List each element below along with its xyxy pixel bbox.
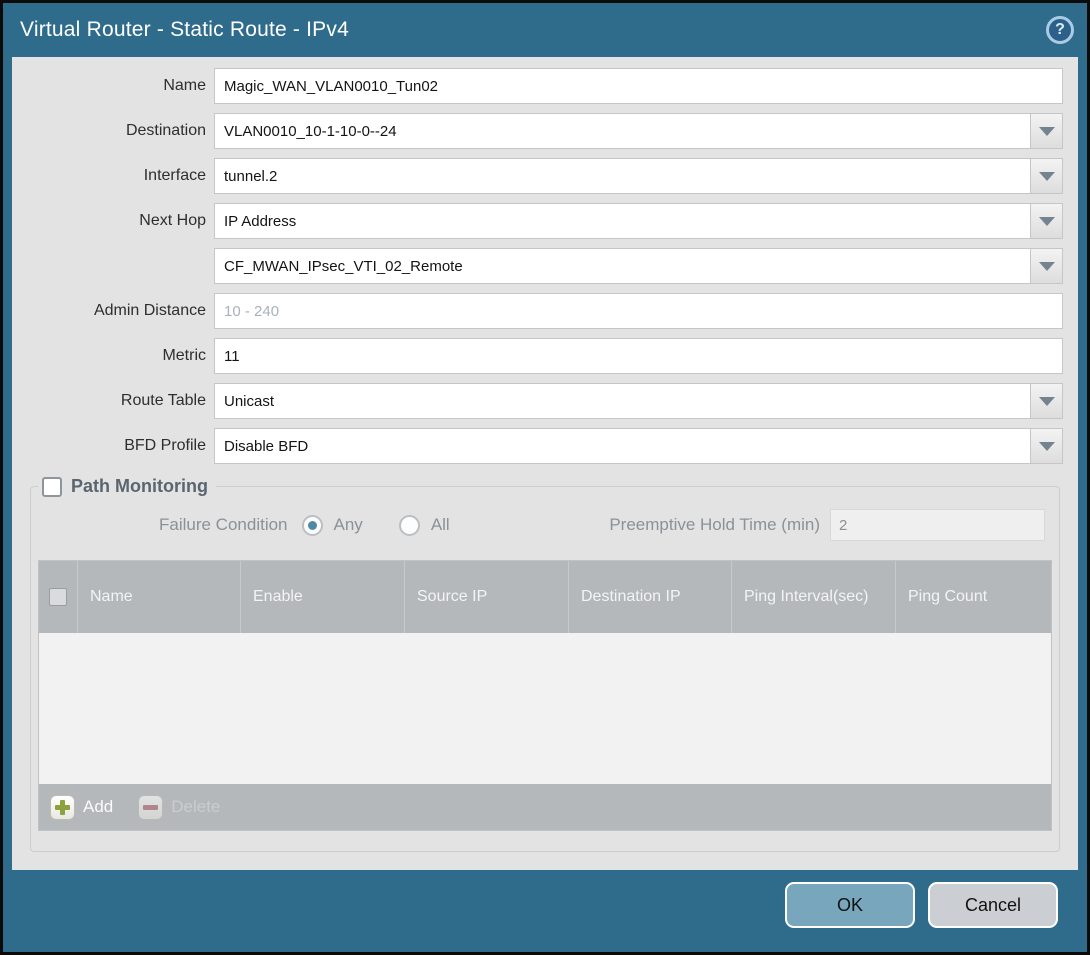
radio-any-label: Any: [334, 515, 363, 535]
next-hop-address-combo[interactable]: CF_MWAN_IPsec_VTI_02_Remote: [214, 248, 1063, 284]
add-button[interactable]: Add: [50, 795, 113, 820]
bfd-profile-combo[interactable]: Disable BFD: [214, 428, 1063, 464]
table-header-source-ip: Source IP: [404, 561, 568, 633]
cancel-button[interactable]: Cancel: [928, 882, 1058, 928]
path-monitoring-checkbox[interactable]: [42, 477, 62, 497]
title-bar: Virtual Router - Static Route - IPv4 ?: [3, 3, 1087, 57]
delete-button-label: Delete: [171, 797, 220, 817]
table-header-ping-count: Ping Count: [895, 561, 1051, 633]
route-table-dropdown-button[interactable]: [1030, 383, 1063, 419]
next-hop-value[interactable]: IP Address: [214, 203, 1030, 239]
next-hop-label: Next Hop: [12, 212, 206, 230]
table-header-row: Name Enable Source IP Destination IP Pin…: [39, 560, 1051, 633]
destination-value[interactable]: VLAN0010_10-1-10-0--24: [214, 113, 1030, 149]
table-header-checkbox-cell: [39, 561, 77, 633]
next-hop-dropdown-button[interactable]: [1030, 203, 1063, 239]
route-table-label: Route Table: [12, 392, 206, 410]
add-plus-icon: [50, 795, 75, 820]
table-header-ping-interval: Ping Interval(sec): [731, 561, 895, 633]
radio-all-label: All: [431, 515, 450, 535]
path-monitoring-legend: Path Monitoring: [38, 476, 216, 497]
chevron-down-icon: [1039, 127, 1055, 136]
next-hop-combo[interactable]: IP Address: [214, 203, 1063, 239]
destination-combo[interactable]: VLAN0010_10-1-10-0--24: [214, 113, 1063, 149]
field-row-interface: Interface tunnel.2: [12, 158, 1063, 194]
name-input[interactable]: [214, 68, 1063, 104]
interface-label: Interface: [12, 167, 206, 185]
bfd-profile-value[interactable]: Disable BFD: [214, 428, 1030, 464]
interface-combo[interactable]: tunnel.2: [214, 158, 1063, 194]
failure-condition-label: Failure Condition: [159, 515, 288, 535]
window-frame: Virtual Router - Static Route - IPv4 ? N…: [3, 3, 1087, 952]
interface-value[interactable]: tunnel.2: [214, 158, 1030, 194]
table-footer: Add Delete: [39, 784, 1051, 830]
dialog-title: Virtual Router - Static Route - IPv4: [20, 18, 349, 42]
radio-all-icon[interactable]: [399, 515, 420, 536]
bfd-profile-label: BFD Profile: [12, 437, 206, 455]
chevron-down-icon: [1039, 217, 1055, 226]
table-header-destination-ip: Destination IP: [568, 561, 731, 633]
preemptive-hold-time-label: Preemptive Hold Time (min): [609, 515, 820, 535]
next-hop-address-value[interactable]: CF_MWAN_IPsec_VTI_02_Remote: [214, 248, 1030, 284]
path-monitoring-table: Name Enable Source IP Destination IP Pin…: [38, 560, 1052, 831]
route-table-combo[interactable]: Unicast: [214, 383, 1063, 419]
admin-distance-label: Admin Distance: [12, 302, 206, 320]
metric-input[interactable]: [214, 338, 1063, 374]
path-monitoring-title: Path Monitoring: [71, 476, 208, 497]
bfd-profile-dropdown-button[interactable]: [1030, 428, 1063, 464]
table-header-name: Name: [77, 561, 240, 633]
chevron-down-icon: [1039, 172, 1055, 181]
chevron-down-icon: [1039, 262, 1055, 271]
failure-condition-row: Failure Condition Any All Preemptive Hol…: [38, 507, 1045, 543]
field-row-metric: Metric: [12, 338, 1063, 374]
admin-distance-input[interactable]: [214, 293, 1063, 329]
field-row-destination: Destination VLAN0010_10-1-10-0--24: [12, 113, 1063, 149]
preemptive-hold-time-group: Preemptive Hold Time (min): [609, 509, 1045, 541]
dialog-body: Name Destination VLAN0010_10-1-10-0--24 …: [12, 57, 1078, 870]
chevron-down-icon: [1039, 442, 1055, 451]
field-row-name: Name: [12, 68, 1063, 104]
failure-condition-option-any[interactable]: Any: [302, 515, 363, 536]
table-header-enable: Enable: [240, 561, 404, 633]
bottom-bar: OK Cancel: [3, 870, 1087, 952]
destination-label: Destination: [12, 122, 206, 140]
chevron-down-icon: [1039, 397, 1055, 406]
add-button-label: Add: [83, 797, 113, 817]
metric-label: Metric: [12, 347, 206, 365]
field-row-admin-distance: Admin Distance: [12, 293, 1063, 329]
delete-minus-icon: [138, 795, 163, 820]
select-all-checkbox[interactable]: [49, 588, 67, 606]
field-row-route-table: Route Table Unicast: [12, 383, 1063, 419]
ok-button[interactable]: OK: [785, 882, 915, 928]
path-monitoring-section: Path Monitoring Failure Condition Any Al…: [30, 476, 1060, 852]
field-row-next-hop-address: CF_MWAN_IPsec_VTI_02_Remote: [12, 248, 1063, 284]
preemptive-hold-time-input[interactable]: [830, 509, 1045, 541]
radio-any-icon[interactable]: [302, 515, 323, 536]
field-row-next-hop: Next Hop IP Address: [12, 203, 1063, 239]
route-table-value[interactable]: Unicast: [214, 383, 1030, 419]
destination-dropdown-button[interactable]: [1030, 113, 1063, 149]
help-icon[interactable]: ?: [1046, 16, 1074, 44]
dialog-window: Virtual Router - Static Route - IPv4 ? N…: [0, 0, 1090, 955]
table-body-empty: [39, 633, 1051, 784]
delete-button[interactable]: Delete: [138, 795, 220, 820]
interface-dropdown-button[interactable]: [1030, 158, 1063, 194]
next-hop-address-dropdown-button[interactable]: [1030, 248, 1063, 284]
failure-condition-option-all[interactable]: All: [399, 515, 450, 536]
name-label: Name: [12, 77, 206, 95]
field-row-bfd-profile: BFD Profile Disable BFD: [12, 428, 1063, 464]
